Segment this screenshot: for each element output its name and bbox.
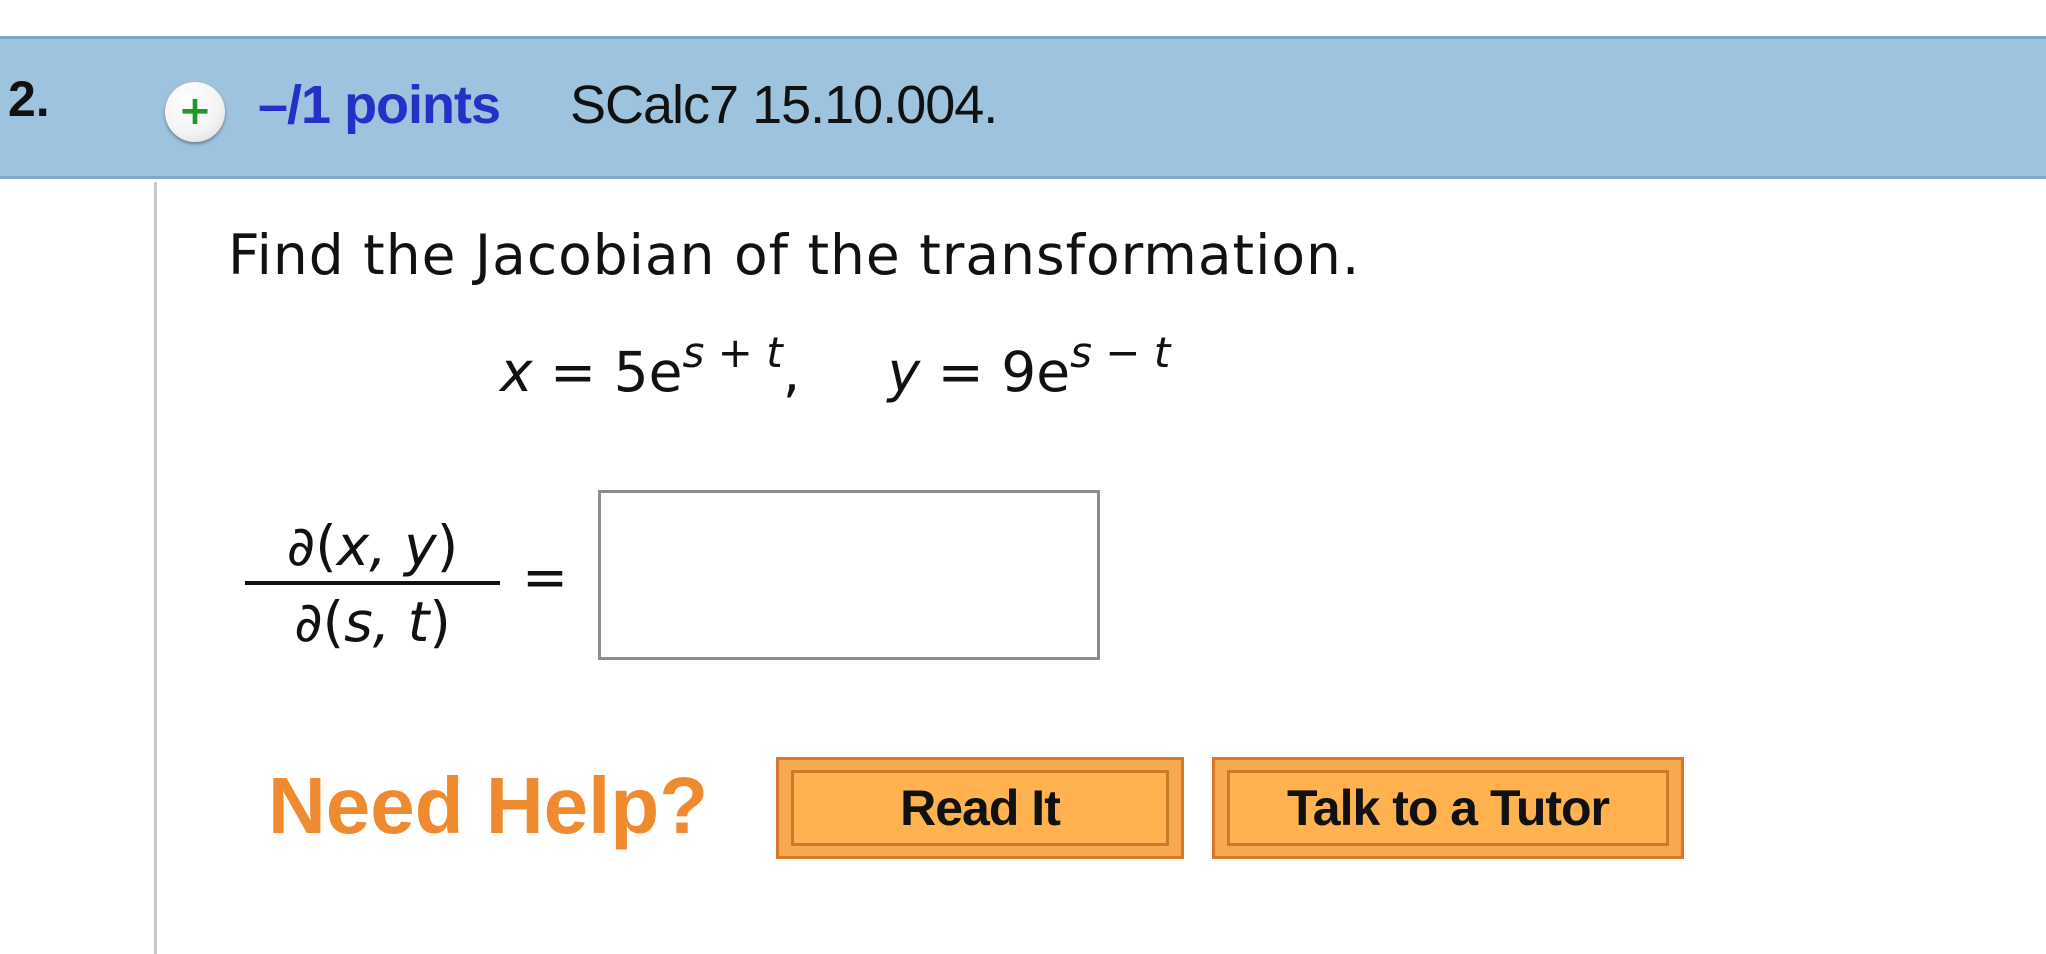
fraction-numerator: ∂(x, y) [245,515,500,577]
partial-symbol: ∂( [286,514,337,578]
paren-close: ) [436,514,459,578]
plus-circle-icon[interactable]: + [165,82,225,142]
y-exponent: s − t [1070,328,1171,377]
answer-input[interactable] [598,490,1100,660]
points-label[interactable]: –/1 points [258,78,501,132]
y-expression: = 9e [920,340,1071,404]
denominator-variables: s, t [344,590,430,654]
read-it-button[interactable]: Read It [776,757,1184,859]
y-variable: y [887,340,921,404]
paren-close: ) [429,590,451,654]
fraction-bar [245,581,500,585]
numerator-variables: x, y [336,514,437,578]
question-reference: SCalc7 15.10.004. [570,75,998,135]
equals-sign: = [522,545,569,609]
read-it-label: Read It [791,770,1169,846]
left-divider [154,182,157,954]
x-exponent: s + t [682,328,783,377]
plus-glyph: + [178,87,212,134]
question-prompt: Find the Jacobian of the transformation. [228,223,1361,287]
question-number: 2. [8,71,50,127]
jacobian-fraction: ∂(x, y) ∂(s, t) [245,515,500,653]
talk-to-tutor-label: Talk to a Tutor [1227,770,1669,846]
fraction-denominator: ∂(s, t) [245,591,500,653]
talk-to-tutor-button[interactable]: Talk to a Tutor [1212,757,1684,859]
x-variable: x [500,340,533,404]
transformation-equation: x = 5es + t, y = 9es − t [500,332,1170,400]
equation-separator: , [782,340,888,404]
partial-symbol: ∂( [294,590,345,654]
need-help-label: Need Help? [268,761,709,850]
x-expression: = 5e [532,340,683,404]
